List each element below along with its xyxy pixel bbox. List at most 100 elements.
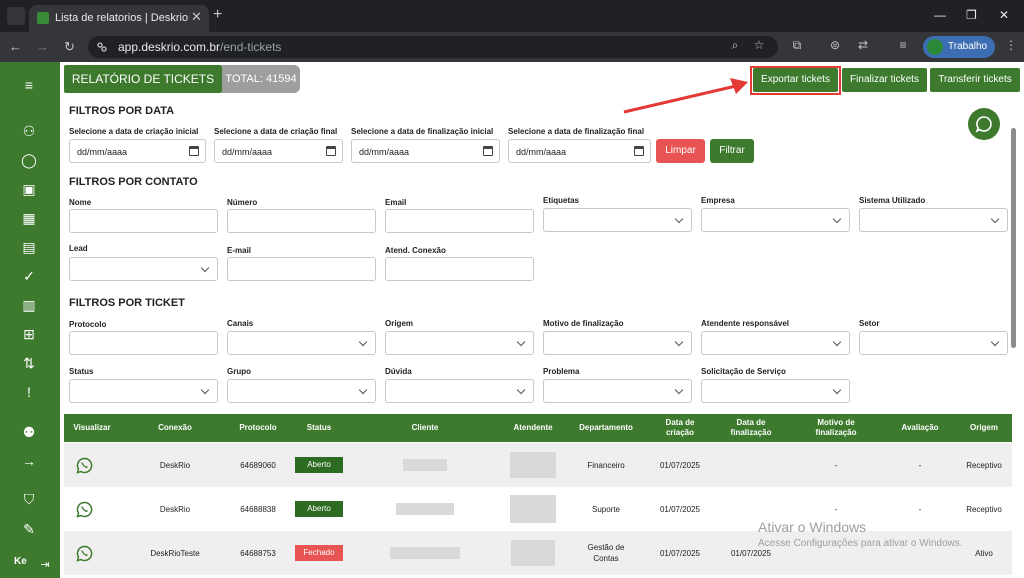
whatsapp-icon[interactable] — [75, 501, 93, 518]
status-badge: Fechado — [295, 545, 343, 561]
logout-icon[interactable]: ⇥ — [36, 556, 54, 574]
zoom-icon[interactable]: ⌕ — [726, 38, 744, 56]
tags-select[interactable] — [543, 208, 692, 232]
cell-rating: - — [918, 504, 922, 514]
calendar-icon[interactable]: ▥ — [20, 296, 38, 314]
origin-select[interactable] — [385, 331, 534, 355]
browser-toolbar: ← → ↻ app.deskrio.com.br/end-tickets ⌕ ☆… — [0, 32, 1024, 62]
translate-icon[interactable]: ⇄ — [854, 38, 872, 56]
arrow-right-icon[interactable]: → — [20, 452, 38, 470]
filter-button[interactable]: Filtrar — [710, 139, 754, 163]
whatsapp-icon[interactable] — [75, 545, 93, 562]
flow-icon[interactable]: ⇅ — [20, 354, 38, 372]
site-info-icon[interactable] — [96, 41, 108, 53]
channels-select[interactable] — [227, 331, 376, 355]
hamburger-menu-icon[interactable]: ≡ — [20, 76, 38, 94]
email2-input[interactable] — [227, 257, 376, 281]
reason-select[interactable] — [543, 331, 692, 355]
table-header: Visualizar Conexão Protocolo Status Clie… — [64, 414, 1012, 442]
user-icon[interactable]: ⚇ — [20, 122, 38, 140]
col-protocolo: Protocolo — [239, 423, 277, 432]
group-select[interactable] — [227, 379, 376, 403]
lead-select[interactable] — [69, 257, 218, 281]
name-input[interactable] — [69, 209, 218, 233]
agent-select[interactable] — [701, 331, 850, 355]
cell-reason: - — [834, 460, 838, 470]
agent-label: Atendente responsável — [701, 319, 790, 328]
chat-icon[interactable]: ◯ — [20, 151, 38, 169]
lead-label: Lead — [69, 244, 88, 253]
profile-button[interactable]: Trabalho — [923, 36, 995, 58]
transfer-tickets-button[interactable]: Transferir tickets — [930, 68, 1020, 92]
tab-search-button[interactable] — [7, 7, 25, 25]
browser-menu-icon[interactable]: ⋮ — [1002, 38, 1020, 56]
finalize-tickets-button[interactable]: Finalizar tickets — [842, 68, 927, 92]
bookmark-star-icon[interactable]: ☆ — [750, 38, 768, 56]
status-select[interactable] — [69, 379, 218, 403]
tab-groups-icon[interactable]: ≡ — [894, 38, 912, 56]
protocol-input[interactable] — [69, 331, 218, 355]
url-text: app.deskrio.com.br/end-tickets — [118, 40, 282, 54]
calendar-icon[interactable] — [326, 146, 336, 156]
whatsapp-icon[interactable] — [75, 457, 93, 474]
alert-message-icon[interactable]: ! — [20, 383, 38, 401]
col-motivo: Motivo de finalização — [815, 418, 857, 437]
close-tab-icon[interactable]: ✕ — [191, 9, 202, 25]
company-select[interactable] — [701, 208, 850, 232]
finalization-end-date-input[interactable]: dd/mm/aaaa — [508, 139, 651, 163]
number-input[interactable] — [227, 209, 376, 233]
connection-input[interactable] — [385, 257, 534, 281]
check-icon[interactable]: ✓ — [20, 267, 38, 285]
add-message-icon[interactable]: ⊞ — [20, 325, 38, 343]
clear-button[interactable]: Limpar — [656, 139, 705, 163]
finalization-start-date-input[interactable]: dd/mm/aaaa — [351, 139, 500, 163]
new-tab-icon[interactable]: + — [213, 6, 222, 24]
company-label: Empresa — [701, 196, 735, 205]
col-cliente: Cliente — [411, 423, 439, 432]
team-icon[interactable]: ⚉ — [20, 423, 38, 441]
cell-origin: Ativo — [975, 548, 993, 558]
forward-icon[interactable]: → — [36, 39, 49, 54]
status-badge: Aberto — [295, 501, 343, 517]
address-bar[interactable]: app.deskrio.com.br/end-tickets — [88, 36, 778, 58]
cell-created: 01/07/2025 — [659, 504, 701, 514]
tags-label: Etiquetas — [543, 196, 580, 205]
finalization-start-label: Selecione a data de finalização inicial — [351, 127, 494, 136]
extensions-icon[interactable]: ⧉ — [788, 38, 806, 56]
calendar-icon[interactable] — [189, 146, 199, 156]
cell-department: Suporte — [591, 504, 621, 514]
question-select[interactable] — [385, 379, 534, 403]
client-redacted — [403, 459, 447, 471]
cell-protocol: 64688753 — [240, 548, 276, 558]
scrollbar[interactable] — [1011, 128, 1016, 348]
email-input[interactable] — [385, 209, 534, 233]
calendar-icon[interactable] — [634, 146, 644, 156]
email2-label: E-mail — [227, 246, 252, 255]
sector-select[interactable] — [859, 331, 1008, 355]
kanban-icon[interactable]: ▤ — [20, 238, 38, 256]
cell-protocol: 64688838 — [240, 504, 276, 514]
creation-end-date-input[interactable]: dd/mm/aaaa — [214, 139, 343, 163]
close-window-icon[interactable]: ✕ — [999, 8, 1009, 22]
problem-select[interactable] — [543, 379, 692, 403]
restore-icon[interactable]: ❐ — [966, 8, 977, 22]
table-row[interactable]: DeskRio 64688838 Aberto Suporte 01/07/20… — [64, 487, 1012, 531]
dashboard-icon[interactable]: ▦ — [20, 209, 38, 227]
back-icon[interactable]: ← — [9, 39, 22, 54]
minimize-icon[interactable]: — — [934, 8, 946, 22]
chat-fab-button[interactable] — [968, 108, 1000, 140]
creation-start-date-input[interactable]: dd/mm/aaaa — [69, 139, 206, 163]
browser-tab[interactable]: Lista de relatorios | Deskrio ✕ — [29, 5, 209, 32]
reload-icon[interactable]: ↻ — [64, 39, 75, 55]
service-select[interactable] — [701, 379, 850, 403]
ticket-filters-title: FILTROS POR TICKET — [69, 297, 185, 309]
system-select[interactable] — [859, 208, 1008, 232]
col-departamento: Departamento — [579, 423, 633, 432]
calendar-icon[interactable] — [483, 146, 493, 156]
incognito-icon[interactable]: ⊜ — [826, 38, 844, 56]
contacts-icon[interactable]: ▣ — [20, 180, 38, 198]
edit-icon[interactable]: ✎ — [20, 520, 38, 538]
cell-finished — [720, 443, 782, 487]
table-row[interactable]: DeskRio 64689060 Aberto Financeiro 01/07… — [64, 443, 1012, 487]
shield-icon[interactable]: ⛉ — [20, 490, 38, 508]
